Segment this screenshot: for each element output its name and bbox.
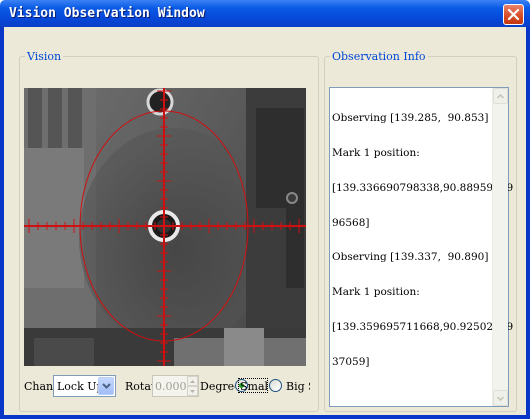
channel-value: Lock Up xyxy=(57,380,104,393)
observation-line: Mark 1 position: xyxy=(332,286,420,299)
spin-buttons xyxy=(187,376,198,396)
close-icon xyxy=(507,8,520,21)
observation-line: 37059] xyxy=(332,355,370,368)
rotate-label: Rotat xyxy=(125,380,152,393)
title-bar[interactable]: Vision Observation Window xyxy=(0,0,530,27)
close-button[interactable] xyxy=(503,4,524,25)
small-radio-label[interactable]: Small xyxy=(238,378,268,393)
observation-line: Mark 1 position: xyxy=(332,146,420,159)
spin-up-icon[interactable] xyxy=(187,376,198,386)
observation-line: Observing [139.285, 90.853] xyxy=(332,112,489,125)
observation-line: Observing [139.337, 90.890] xyxy=(332,251,489,264)
spin-down-icon[interactable] xyxy=(187,386,198,396)
rotate-spinbox[interactable]: 0.000 xyxy=(152,375,199,397)
vision-area: Chann Lock Up Rotat 0.000 xyxy=(19,50,319,412)
big-radio[interactable] xyxy=(269,379,282,392)
rotate-value: 0.000 xyxy=(155,380,187,393)
camera-image xyxy=(24,88,306,366)
channel-select[interactable]: Lock Up xyxy=(53,375,116,397)
chevron-down-icon[interactable] xyxy=(98,377,114,395)
observation-line: [139.336690798338,90.88959369 xyxy=(332,181,514,194)
observation-area: Observing [139.285, 90.853] Mark 1 posit… xyxy=(324,50,517,412)
window-frame: Vision Observation Window Vision Chan Lo… xyxy=(0,0,530,419)
window-title: Vision Observation Window xyxy=(9,6,205,21)
big-radio-label[interactable]: Big S xyxy=(286,380,310,393)
observation-textbox[interactable]: Observing [139.285, 90.853] Mark 1 posit… xyxy=(329,87,514,407)
vertical-scrollbar[interactable] xyxy=(492,88,508,406)
observation-line: [139.359695711668,90.92502119 xyxy=(332,320,514,333)
channel-label: Chann xyxy=(24,380,53,393)
vision-controls: Chann Lock Up Rotat 0.000 xyxy=(24,375,314,399)
scroll-up-icon[interactable] xyxy=(493,88,508,104)
scroll-down-icon[interactable] xyxy=(493,390,508,406)
window-client-area: Vision Chan Lock Up Rota 0.000 Degre Sma… xyxy=(4,27,526,415)
camera-view[interactable] xyxy=(24,88,306,366)
observation-line: 96568] xyxy=(332,216,370,229)
degree-label: Degree xyxy=(200,380,235,393)
observation-lines: Observing [139.285, 90.853] Mark 1 posit… xyxy=(332,90,514,391)
